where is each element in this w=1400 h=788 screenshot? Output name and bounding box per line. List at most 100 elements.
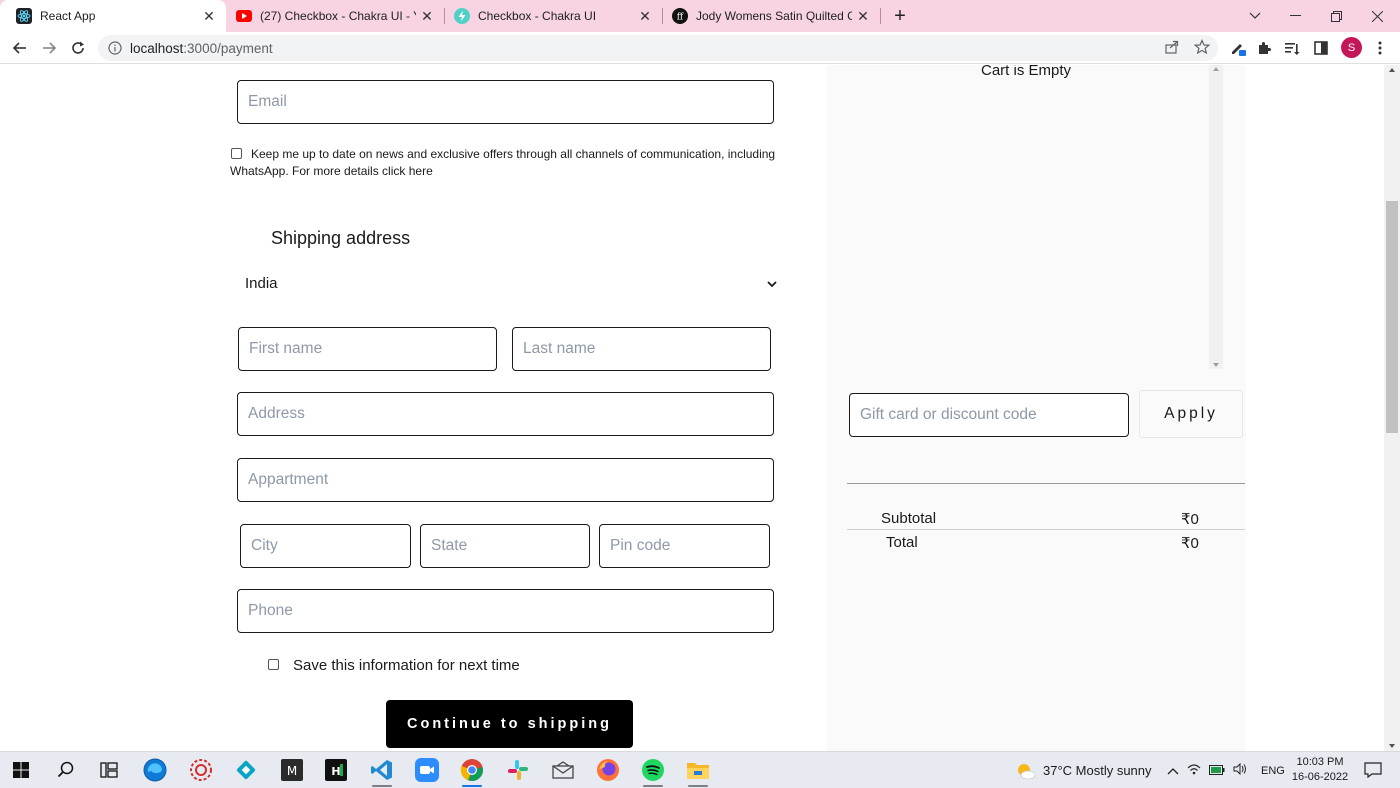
battery-icon[interactable] [1209,763,1225,778]
notifications-icon[interactable] [1360,757,1386,783]
language-indicator[interactable]: ENG [1261,765,1285,777]
chrome-icon[interactable] [459,757,485,783]
svg-text:H: H [331,765,340,778]
total-value: ₹0 [1181,535,1199,552]
close-window-icon[interactable] [1354,0,1400,32]
active-app-indicator [372,785,392,787]
scroll-down-icon[interactable] [1209,361,1223,369]
chevron-up-icon[interactable] [1167,763,1179,778]
active-app-indicator [688,785,708,787]
tab-chakra-checkbox[interactable]: Checkbox - Chakra UI ✕ [444,0,662,32]
edit-extension-icon[interactable] [1226,36,1250,60]
site-info-icon[interactable] [108,41,122,55]
close-tab-icon[interactable]: ✕ [852,8,874,25]
chakra-icon [454,8,470,24]
bookmark-star-icon[interactable] [1193,39,1211,60]
newsletter-text: Keep me up to date on news and exclusive… [230,147,776,178]
apartment-field[interactable] [237,458,774,502]
volume-icon[interactable] [1233,762,1247,778]
continue-to-shipping-button[interactable]: Continue to shipping [386,700,633,748]
shipping-address-heading: Shipping address [271,228,411,248]
email-field[interactable] [237,80,774,124]
tab-youtube[interactable]: (27) Checkbox - Chakra UI - YouT ✕ [226,0,444,32]
scroll-up-icon[interactable] [1384,65,1400,75]
country-value: India [245,274,278,292]
tab-separator [880,8,881,24]
first-name-field[interactable] [238,327,497,371]
summary-divider [847,483,1245,484]
task-view-icon[interactable] [96,757,122,783]
cart-scrollbar[interactable] [1209,65,1223,369]
subtotal-value: ₹0 [1181,511,1199,528]
firefox-icon[interactable] [595,757,621,783]
extensions-puzzle-icon[interactable] [1252,36,1276,60]
back-arrow-icon[interactable] [8,36,32,60]
brand-logo-icon: ff [672,8,688,24]
summary-row-divider [847,529,1245,530]
side-panel-icon[interactable] [1309,36,1333,60]
forward-arrow-icon[interactable] [37,36,61,60]
hackerrank-icon[interactable]: H [323,757,349,783]
windows-taskbar: M H 37°C Mostly sunny ENG 10:03 PM 16-06… [0,751,1400,788]
save-info-label: Save this information for next time [293,657,520,674]
kebab-menu-icon[interactable] [1368,36,1392,60]
zoom-icon[interactable] [414,757,440,783]
tab-jody-womens[interactable]: ff Jody Womens Satin Quilted Casu ✕ [662,0,880,32]
page-scrollbar[interactable] [1384,65,1400,751]
reading-list-icon[interactable] [1280,36,1304,60]
vscode-icon[interactable] [369,757,395,783]
chevron-down-icon [767,275,777,292]
discount-code-field[interactable] [849,393,1129,437]
mail-icon[interactable] [550,757,576,783]
close-tab-icon[interactable]: ✕ [416,8,438,25]
state-field[interactable] [420,524,590,568]
apply-discount-button[interactable]: Apply [1139,390,1243,438]
app-m-icon[interactable]: M [279,757,305,783]
active-app-indicator [643,785,663,787]
app-wheel-icon[interactable] [188,757,214,783]
clock-time: 10:03 PM [1296,756,1344,768]
tab-title: Jody Womens Satin Quilted Casu [696,9,852,23]
browser-toolbar: localhost:3000/payment S [0,32,1400,64]
clock[interactable]: 10:03 PM 16-06-2022 [1290,755,1350,785]
tab-title: Checkbox - Chakra UI [478,9,597,23]
share-icon[interactable] [1164,39,1180,60]
system-tray: ENG [1167,752,1285,788]
country-select[interactable]: India [237,271,777,295]
new-tab-button[interactable]: + [889,5,911,27]
restore-icon[interactable] [1313,0,1359,32]
tab-react-app[interactable]: React App ✕ [0,0,226,32]
minimize-icon[interactable] [1272,0,1318,32]
react-icon [16,8,32,24]
scrollbar-thumb[interactable] [1386,201,1398,433]
clock-date: 16-06-2022 [1291,771,1349,783]
weather-widget[interactable]: 37°C Mostly sunny [1015,752,1152,788]
address-field[interactable] [237,392,774,436]
wifi-icon[interactable] [1187,763,1201,778]
slack-icon[interactable] [505,757,531,783]
app-diamond-icon[interactable] [233,757,259,783]
scroll-down-icon[interactable] [1384,741,1400,751]
phone-field[interactable] [237,589,774,633]
scroll-up-icon[interactable] [1209,65,1223,73]
file-explorer-icon[interactable] [685,757,711,783]
windows-start-icon[interactable] [8,757,34,783]
profile-avatar[interactable]: S [1341,37,1362,58]
pin-code-field[interactable] [599,524,770,568]
city-field[interactable] [240,524,411,568]
last-name-field[interactable] [512,327,771,371]
page-content: Keep me up to date on news and exclusive… [0,65,1400,751]
weather-text: 37°C Mostly sunny [1043,763,1152,778]
weather-sunny-icon [1018,763,1036,779]
svg-text:ff: ff [677,13,684,23]
spotify-icon[interactable] [640,757,666,783]
subtotal-label: Subtotal [881,510,937,527]
edge-browser-icon[interactable] [142,757,168,783]
close-tab-icon[interactable]: ✕ [198,8,220,25]
address-bar[interactable]: localhost:3000/payment [98,35,1218,61]
search-icon[interactable] [53,757,79,783]
close-tab-icon[interactable]: ✕ [634,8,656,25]
save-info-checkbox[interactable] [268,659,279,670]
svg-text:M: M [287,764,297,778]
reload-icon[interactable] [66,36,90,60]
